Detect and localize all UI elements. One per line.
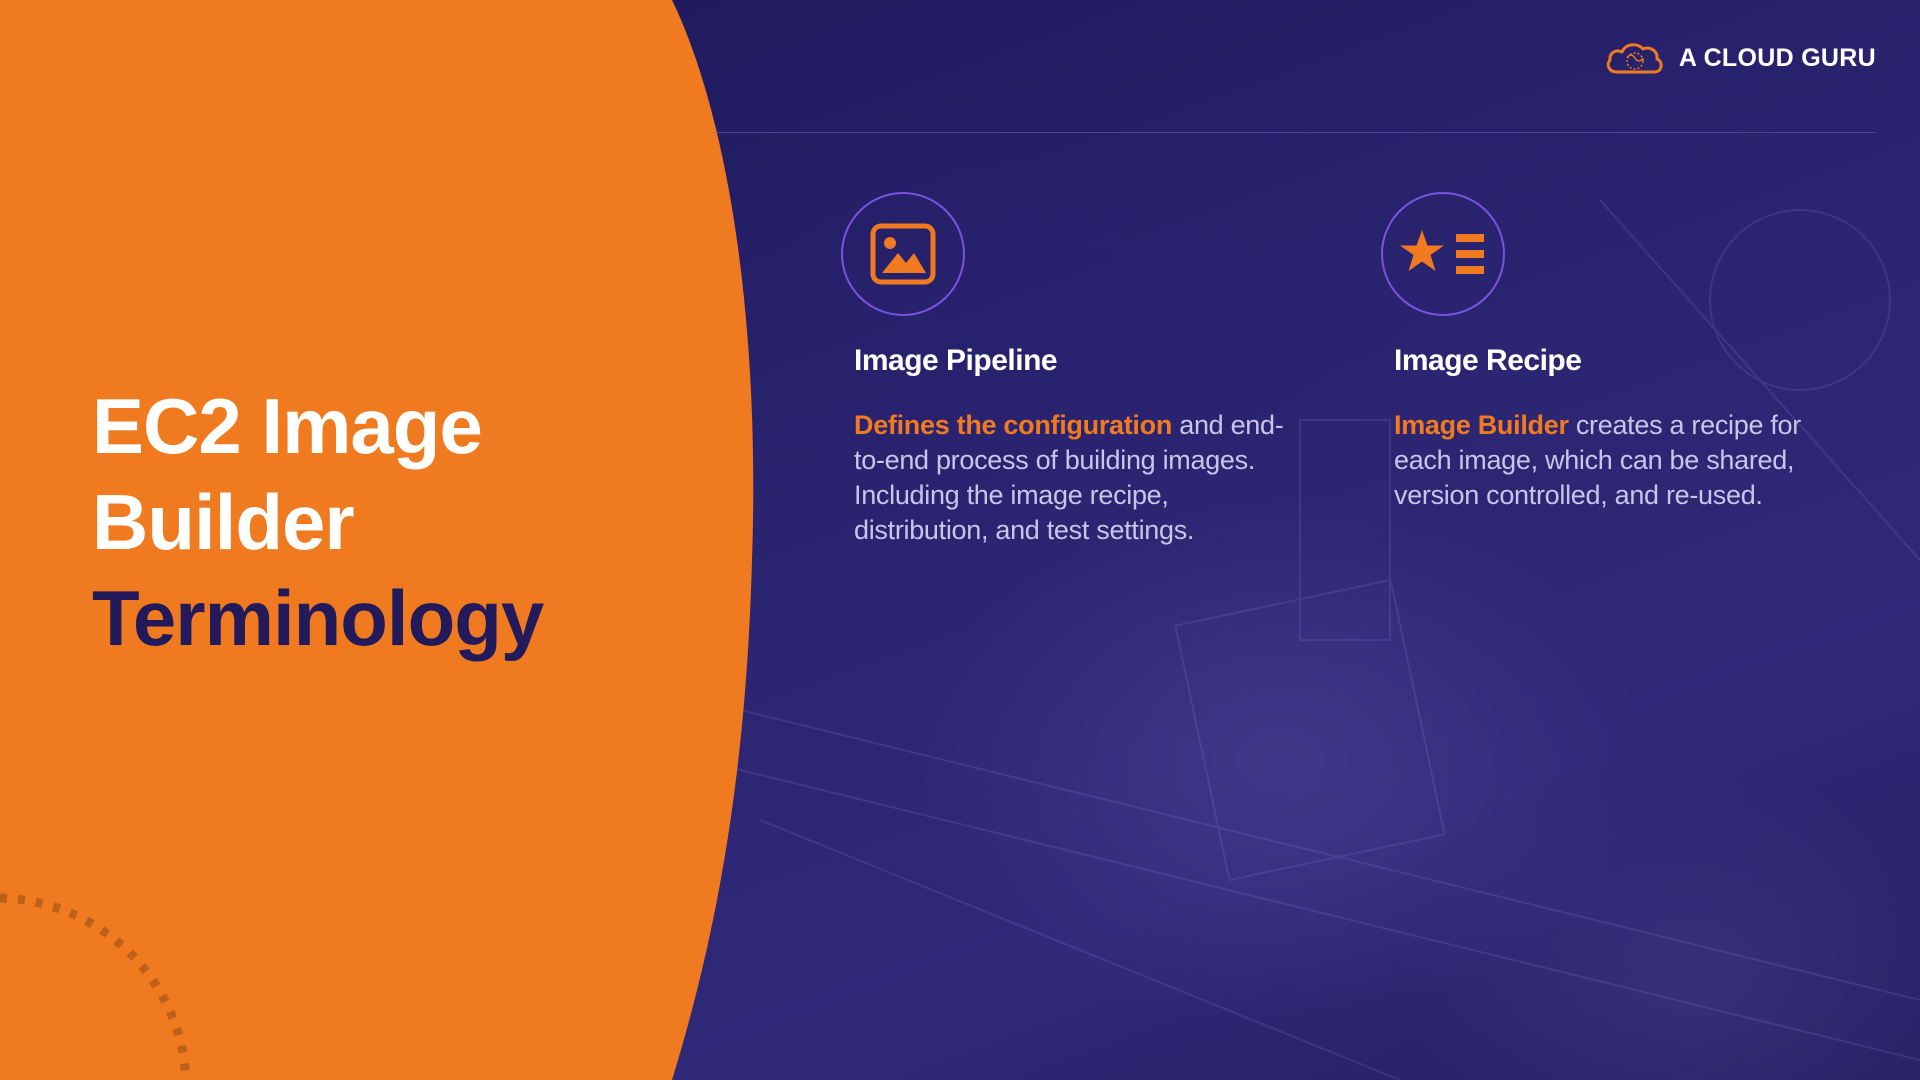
card-title: Image Recipe	[1394, 344, 1582, 377]
header-divider	[712, 132, 1876, 133]
card-image-recipe: Image Recipe Image Builder creates a rec…	[1380, 192, 1840, 513]
image-icon	[870, 223, 936, 285]
cloud-logo-icon	[1606, 43, 1663, 74]
slide-title: EC2 Image Builder Terminology	[92, 378, 544, 666]
icon-circle	[841, 192, 965, 316]
card-title: Image Pipeline	[854, 344, 1058, 377]
card-highlight: Image Builder	[1394, 410, 1569, 440]
brand-name: A CLOUD GURU	[1678, 43, 1876, 72]
slide: EC2 Image Builder Terminology A CLOUD GU…	[0, 0, 1920, 1080]
icon-circle	[1381, 192, 1505, 316]
title-line-2: Builder	[92, 478, 355, 566]
card-description: Image Builder creates a recipe for each …	[1394, 408, 1840, 513]
star-list-icon	[1400, 230, 1484, 274]
card-description: Defines the configuration and end-to-end…	[854, 408, 1300, 548]
title-line-1: EC2 Image	[92, 382, 483, 470]
title-line-3: Terminology	[92, 574, 544, 662]
brand: A CLOUD GURU	[1603, 38, 1876, 78]
card-image-pipeline: Image Pipeline Defines the configuration…	[840, 192, 1300, 548]
card-highlight: Defines the configuration	[854, 410, 1173, 440]
